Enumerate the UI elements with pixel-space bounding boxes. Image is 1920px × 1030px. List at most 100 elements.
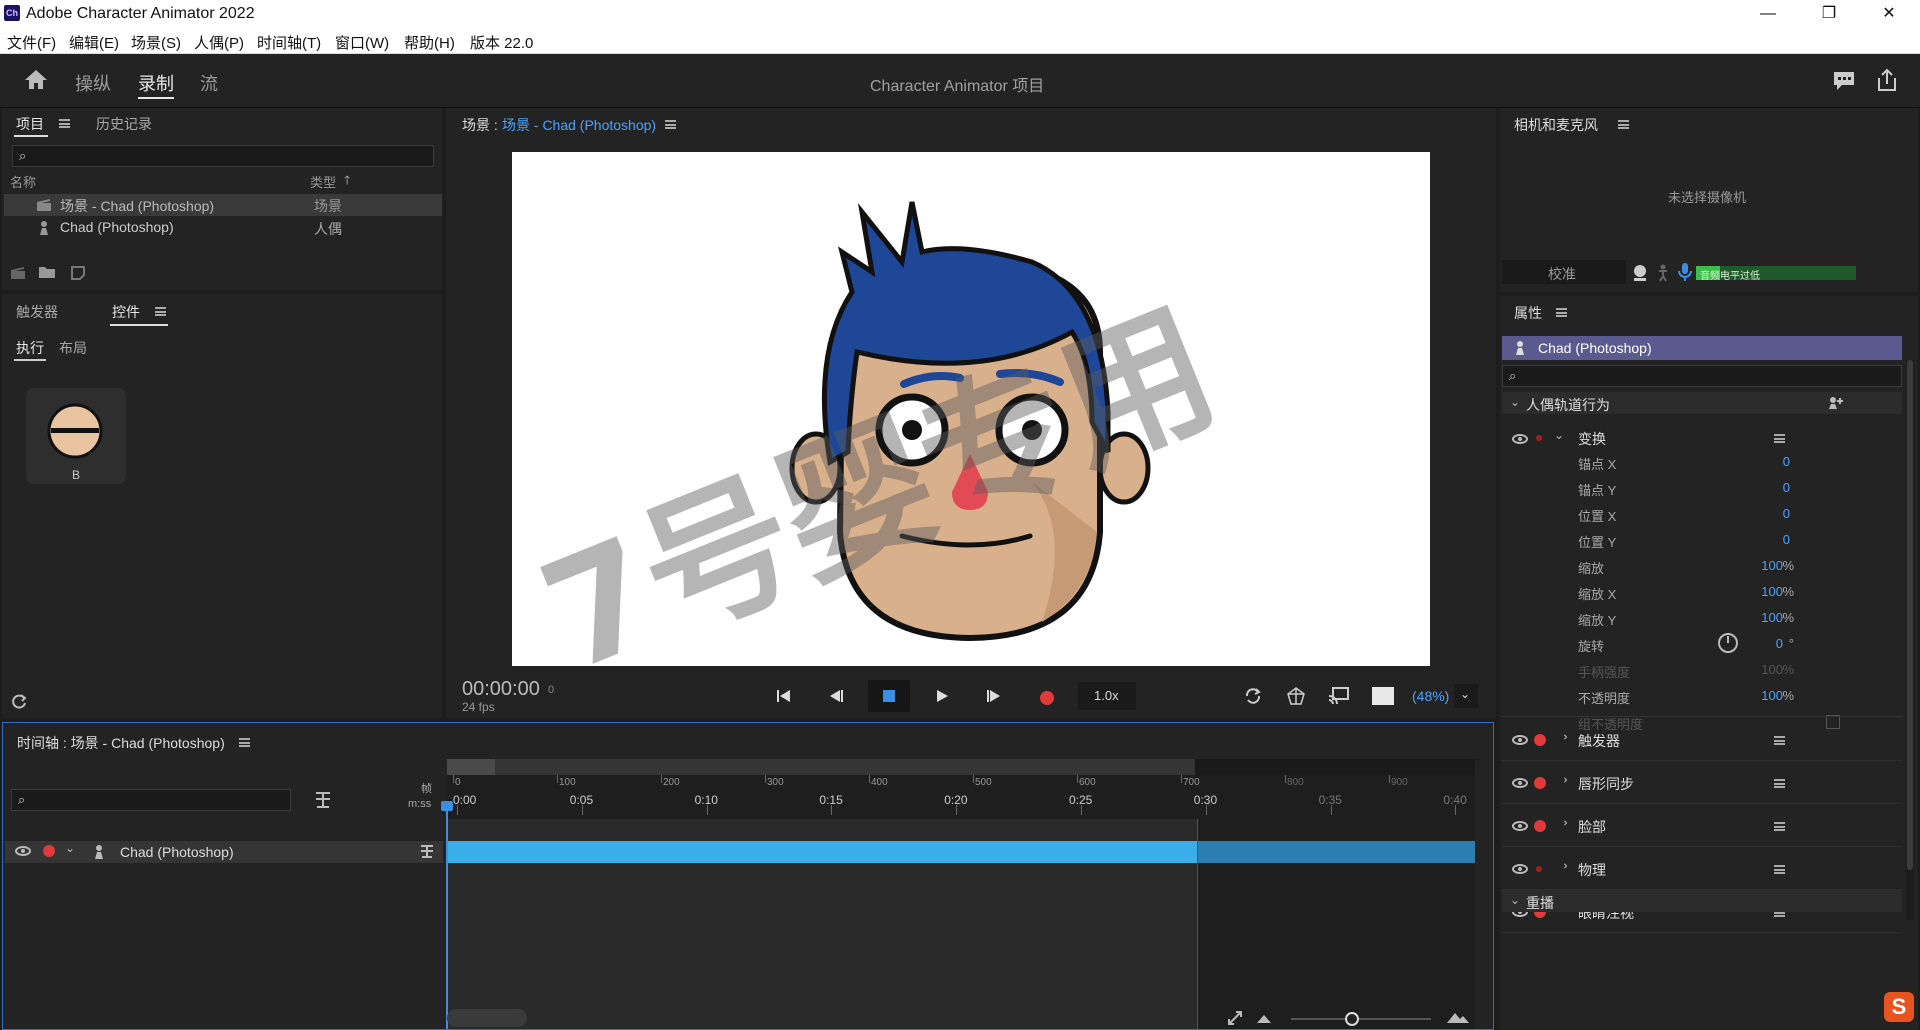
properties-search-input[interactable]: ⌕ bbox=[1502, 365, 1902, 387]
tab-rig[interactable]: 操纵 bbox=[75, 70, 111, 96]
param-value[interactable]: 0 bbox=[1776, 636, 1783, 651]
behavior-row[interactable]: ⌄ 唇形同步 bbox=[1502, 761, 1902, 804]
behavior-row[interactable]: ⌄ 物理 bbox=[1502, 847, 1902, 890]
menu-scene[interactable]: 场景(S) bbox=[131, 32, 181, 53]
panel-menu-icon[interactable] bbox=[665, 120, 676, 129]
visibility-eye-icon[interactable] bbox=[1512, 821, 1528, 831]
chevron-down-icon[interactable]: ⌄ bbox=[65, 841, 75, 855]
home-icon[interactable] bbox=[24, 68, 48, 90]
scene-stage[interactable]: 7号婴专用 bbox=[512, 152, 1430, 666]
ime-logo-icon[interactable]: S bbox=[1884, 992, 1914, 1022]
loop-icon[interactable] bbox=[1244, 687, 1262, 705]
param-value[interactable]: 0 bbox=[1783, 480, 1790, 495]
param-value[interactable]: 0 bbox=[1783, 532, 1790, 547]
restore-button[interactable]: ❐ bbox=[1806, 0, 1852, 28]
visibility-eye-icon[interactable] bbox=[1512, 434, 1528, 444]
param-value[interactable]: 100 bbox=[1761, 688, 1783, 703]
menu-timeline[interactable]: 时间轴(T) bbox=[257, 32, 321, 53]
timeline-search-input[interactable]: ⌕ bbox=[11, 789, 291, 811]
chevron-right-icon[interactable]: ⌄ bbox=[1556, 818, 1570, 828]
track-options-icon[interactable] bbox=[419, 844, 435, 858]
menu-file[interactable]: 文件(F) bbox=[7, 32, 56, 53]
behavior-menu-icon[interactable] bbox=[1774, 865, 1785, 874]
behavior-transform[interactable]: 变换 bbox=[1578, 429, 1606, 449]
zoom-slider-thumb[interactable] bbox=[1345, 1012, 1359, 1026]
behavior-menu-icon[interactable] bbox=[1774, 736, 1785, 745]
param-value[interactable]: 100 bbox=[1761, 558, 1783, 573]
time-ruler[interactable]: 0 100 200 300 400 500 600 700 800 900 0:00 0:05 0:10… bbox=[447, 775, 1475, 819]
tab-layout[interactable]: 布局 bbox=[59, 338, 87, 358]
param-value[interactable]: 0 bbox=[1783, 506, 1790, 521]
tab-perform[interactable]: 执行 bbox=[16, 338, 44, 358]
record-icon[interactable] bbox=[1040, 691, 1054, 705]
chevron-right-icon[interactable]: ⌄ bbox=[1556, 732, 1570, 742]
behavior-menu-icon[interactable] bbox=[1774, 434, 1785, 443]
calibrate-button[interactable]: 校准 bbox=[1502, 260, 1626, 284]
mesh-icon[interactable] bbox=[1286, 686, 1306, 706]
record-arm-icon[interactable] bbox=[43, 845, 55, 857]
feedback-icon[interactable] bbox=[1832, 70, 1856, 92]
puppet-track-filter-icon[interactable] bbox=[313, 791, 333, 809]
puppet-track-bar-extended[interactable] bbox=[1197, 841, 1475, 863]
stop-button[interactable] bbox=[868, 680, 910, 712]
tab-triggers[interactable]: 触发器 bbox=[16, 302, 58, 322]
scrollbar-thumb[interactable] bbox=[1907, 360, 1913, 870]
panel-menu-icon[interactable] bbox=[59, 119, 70, 128]
section-puppet-track-behaviors[interactable]: ⌄ 人偶轨道行为 bbox=[1502, 392, 1902, 414]
tab-history[interactable]: 历史记录 bbox=[96, 114, 152, 134]
playhead-handle[interactable] bbox=[441, 801, 453, 811]
zoom-fit-icon[interactable] bbox=[1227, 1010, 1243, 1026]
param-value[interactable]: 100 bbox=[1761, 584, 1783, 599]
share-icon[interactable] bbox=[1876, 68, 1898, 92]
cast-icon[interactable] bbox=[1328, 686, 1350, 706]
new-scene-icon[interactable] bbox=[10, 266, 26, 280]
step-forward-icon[interactable] bbox=[986, 688, 1002, 704]
visibility-eye-icon[interactable] bbox=[15, 846, 31, 856]
record-arm-icon[interactable] bbox=[1534, 820, 1546, 832]
visibility-eye-icon[interactable] bbox=[1512, 735, 1528, 745]
new-item-icon[interactable] bbox=[70, 265, 86, 281]
behavior-menu-icon[interactable] bbox=[1774, 779, 1785, 788]
col-name-header[interactable]: 名称 bbox=[10, 172, 36, 191]
rotation-dial-icon[interactable] bbox=[1718, 633, 1738, 653]
speed-selector[interactable]: 1.0x bbox=[1078, 682, 1136, 710]
panel-menu-icon[interactable] bbox=[1556, 308, 1567, 317]
tab-controls[interactable]: 控件 bbox=[112, 302, 140, 322]
project-search-input[interactable]: ⌕ bbox=[12, 145, 434, 167]
timecode[interactable]: 00:00:00 bbox=[462, 678, 540, 701]
panel-menu-icon[interactable] bbox=[239, 738, 250, 747]
zoom-out-mountain-icon[interactable] bbox=[1257, 1013, 1271, 1023]
chevron-down-icon[interactable]: ⌄ bbox=[1554, 428, 1564, 442]
tab-stream[interactable]: 流 bbox=[200, 70, 218, 96]
param-value[interactable]: 100 bbox=[1761, 610, 1783, 625]
behavior-row[interactable]: ⌄ 触发器 bbox=[1502, 718, 1902, 761]
minimize-button[interactable]: — bbox=[1745, 0, 1791, 28]
visibility-eye-icon[interactable] bbox=[1512, 864, 1528, 874]
zoom-slider-track[interactable] bbox=[1291, 1018, 1431, 1020]
step-back-icon[interactable] bbox=[828, 688, 844, 704]
scene-title-link[interactable]: 场景 - Chad (Photoshop) bbox=[502, 115, 656, 135]
tab-record[interactable]: 录制 bbox=[138, 70, 174, 96]
zoom-level[interactable]: (48%) bbox=[1412, 688, 1449, 704]
menu-edit[interactable]: 编辑(E) bbox=[69, 32, 119, 53]
playhead[interactable] bbox=[446, 803, 448, 1029]
body-tracking-icon[interactable] bbox=[1656, 264, 1670, 282]
puppet-track-bar[interactable] bbox=[447, 841, 1197, 863]
folder-icon[interactable] bbox=[38, 265, 56, 279]
panel-menu-icon[interactable] bbox=[1618, 120, 1629, 129]
menu-version[interactable]: 版本 22.0 bbox=[470, 32, 533, 53]
go-to-start-icon[interactable] bbox=[776, 688, 792, 704]
play-icon[interactable] bbox=[934, 688, 950, 704]
panel-menu-icon[interactable] bbox=[155, 307, 166, 316]
zoom-in-mountain-icon[interactable] bbox=[1447, 1011, 1469, 1023]
list-item[interactable]: Chad (Photoshop) 人偶 bbox=[4, 217, 442, 239]
timeline-h-scrollbar[interactable] bbox=[447, 1009, 527, 1027]
background-color-swatch[interactable] bbox=[1372, 687, 1394, 705]
refresh-icon[interactable] bbox=[10, 692, 28, 710]
menu-window[interactable]: 窗口(W) bbox=[335, 32, 389, 53]
tab-project[interactable]: 项目 bbox=[16, 114, 44, 134]
microphone-icon[interactable] bbox=[1678, 262, 1692, 282]
behavior-row[interactable]: ⌄ 脸部 bbox=[1502, 804, 1902, 847]
zoom-dropdown[interactable]: ⌄ bbox=[1454, 684, 1478, 708]
param-value[interactable]: 0 bbox=[1783, 454, 1790, 469]
